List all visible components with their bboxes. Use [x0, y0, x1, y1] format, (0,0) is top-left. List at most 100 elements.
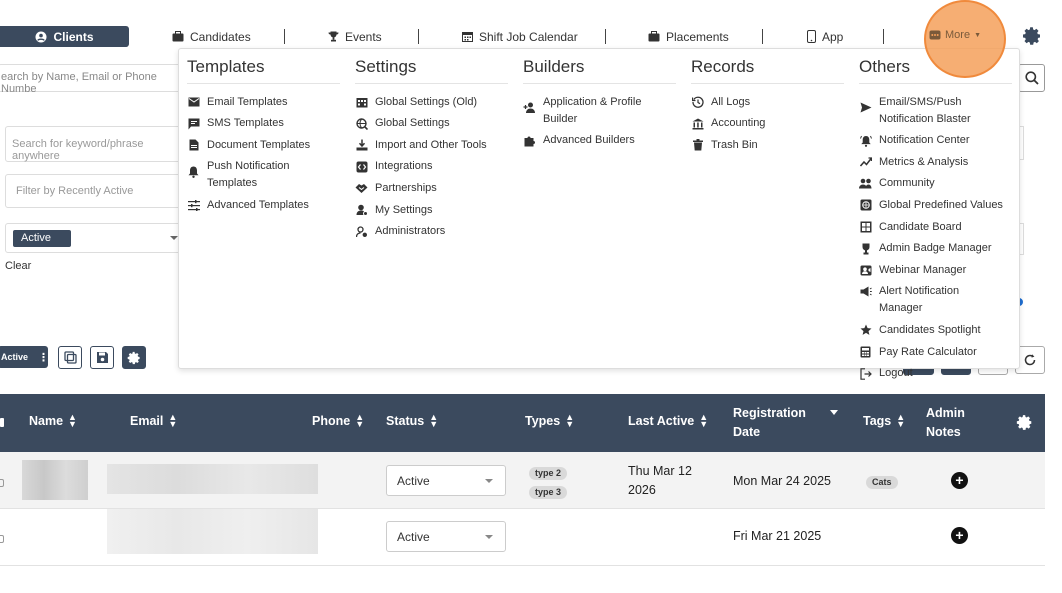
menu-item-notification-blaster[interactable]: Email/SMS/Push Notification Blaster	[859, 94, 1012, 128]
nav-clients[interactable]: Clients	[0, 26, 129, 47]
email-redacted	[107, 464, 318, 494]
status-filter-select[interactable]: Active	[5, 223, 185, 253]
menu-item-global-settings[interactable]: Global Settings	[355, 115, 508, 132]
menu-item-candidate-board[interactable]: Candidate Board	[859, 219, 1012, 236]
menu-item-logout[interactable]: Logout	[859, 365, 1012, 382]
menu-item-integrations[interactable]: Integrations	[355, 158, 508, 175]
menu-item-advanced-templates[interactable]: Advanced Templates	[187, 197, 340, 214]
th-phone[interactable]: Phone ▲ ▼	[312, 413, 364, 429]
active-actions-button[interactable]: Active ⋮	[0, 346, 50, 368]
recently-active-placeholder: Filter by Recently Active	[16, 185, 134, 197]
menu-heading-others: Others	[859, 49, 1012, 84]
clear-filters-link[interactable]: Clear	[5, 260, 31, 272]
menu-item-document-templates[interactable]: Document Templates	[187, 137, 340, 154]
th-registration-date[interactable]: Registration Date	[733, 404, 806, 442]
menu-item-global-predefined-values[interactable]: Global Predefined Values	[859, 197, 1012, 214]
th-email-label: Email	[130, 414, 164, 428]
menu-item-label: Partnerships	[375, 181, 437, 194]
row-status-select[interactable]: Active	[386, 521, 506, 552]
recently-active-filter[interactable]: Filter by Recently Active	[5, 174, 185, 208]
th-types[interactable]: Types ▲ ▼	[525, 412, 575, 429]
select-all-checkbox[interactable]	[0, 418, 4, 427]
row-status-select[interactable]: Active	[386, 465, 506, 496]
email-redacted	[107, 509, 318, 554]
menu-item-pay-rate-calculator[interactable]: Pay Rate Calculator	[859, 344, 1012, 361]
settings-gear-button[interactable]	[1022, 26, 1042, 46]
add-note-button[interactable]: +	[951, 472, 968, 489]
search-button[interactable]	[1018, 64, 1045, 92]
message-icon	[187, 117, 200, 130]
column-settings-button[interactable]	[1016, 414, 1033, 434]
menu-item-admin-badge-manager[interactable]: Admin Badge Manager	[859, 240, 1012, 257]
menu-item-email-templates[interactable]: Email Templates	[187, 94, 340, 111]
add-note-button[interactable]: +	[951, 527, 968, 544]
menu-item-candidates-spotlight[interactable]: Candidates Spotlight	[859, 322, 1012, 339]
th-tags[interactable]: Tags ▲ ▼	[863, 413, 905, 429]
menu-item-import-tools[interactable]: Import and Other Tools	[355, 137, 508, 154]
sort-icon: ▲ ▼	[429, 412, 439, 429]
history-icon	[691, 96, 704, 109]
menu-column-templates: Templates Email Templates SMS Templates …	[187, 49, 340, 214]
menu-item-alert-notification-manager[interactable]: Alert Notification Manager	[859, 283, 1012, 317]
menu-item-label: Advanced Builders	[543, 134, 635, 147]
calendar-icon	[462, 32, 473, 42]
handshake-icon	[355, 182, 368, 195]
nav-app[interactable]: App	[807, 26, 843, 47]
video-icon	[859, 264, 872, 277]
menu-item-community[interactable]: Community	[859, 175, 1012, 192]
copy-icon	[63, 351, 77, 364]
menu-item-label: Email Templates	[207, 95, 288, 108]
row-checkbox[interactable]	[0, 535, 4, 543]
menu-item-partnerships[interactable]: Partnerships	[355, 180, 508, 197]
menu-item-label: Advanced Templates	[207, 198, 309, 211]
save-icon	[96, 352, 108, 363]
name-redacted	[22, 460, 88, 500]
menu-item-sms-templates[interactable]: SMS Templates	[187, 115, 340, 132]
menu-item-global-settings-old[interactable]: Global Settings (Old)	[355, 94, 508, 111]
table-header: Name ▲ ▼ Email ▲ ▼ Phone ▲ ▼ Status ▲ ▼ Types ▲ ▼ …	[0, 394, 1045, 452]
menu-item-webinar-manager[interactable]: Webinar Manager	[859, 262, 1012, 279]
vertical-dots-icon: ⋮	[38, 351, 50, 364]
th-admin-notes-label-1: Admin	[926, 406, 965, 420]
menu-item-my-settings[interactable]: My Settings	[355, 202, 508, 219]
registration-date-cell: Mon Mar 24 2025	[733, 474, 831, 488]
menu-item-administrators[interactable]: Administrators	[355, 223, 508, 240]
type-chip: type 3	[529, 486, 568, 499]
row-status-value: Active	[397, 474, 430, 488]
keyword-search-placeholder: Search for keyword/phrase anywhere	[12, 138, 144, 162]
row-checkbox[interactable]	[0, 479, 4, 487]
menu-item-advanced-builders[interactable]: Advanced Builders	[523, 132, 676, 149]
table-settings-button[interactable]	[122, 346, 146, 369]
sort-icon: ▲ ▼	[565, 412, 575, 429]
caret-down-icon	[485, 535, 493, 539]
refresh-icon	[1024, 354, 1036, 366]
menu-item-trash-bin[interactable]: Trash Bin	[691, 137, 844, 154]
menu-item-application-profile-builder[interactable]: Application & Profile Builder	[523, 94, 676, 128]
menu-item-metrics-analysis[interactable]: Metrics & Analysis	[859, 154, 1012, 171]
main-search-input[interactable]: earch by Name, Email or Phone Numbe	[0, 64, 188, 95]
menu-item-all-logs[interactable]: All Logs	[691, 94, 844, 111]
th-name[interactable]: Name ▲ ▼	[29, 413, 77, 429]
nav-candidates[interactable]: Candidates	[172, 26, 251, 47]
table-row[interactable]: Active type 2 type 3 Thu Mar 12 2026 Mon …	[0, 452, 1045, 509]
copy-button[interactable]	[58, 346, 82, 369]
th-status[interactable]: Status ▲ ▼	[386, 412, 439, 429]
th-email[interactable]: Email ▲ ▼	[130, 413, 177, 429]
plus-circle-icon: +	[955, 472, 964, 488]
th-last-active-label: Last Active	[628, 414, 695, 428]
menu-heading-records: Records	[691, 49, 844, 84]
save-button[interactable]	[90, 346, 114, 369]
menu-item-notification-center[interactable]: Notification Center	[859, 132, 1012, 149]
keyword-search-input[interactable]: Search for keyword/phrase anywhere	[5, 126, 185, 162]
gear-icon	[127, 351, 140, 364]
nav-placements[interactable]: Placements	[648, 26, 729, 47]
star-icon	[859, 324, 872, 337]
menu-item-push-notification-templates[interactable]: Push Notification Templates	[187, 158, 340, 192]
menu-item-accounting[interactable]: Accounting	[691, 115, 844, 132]
nav-events[interactable]: Events	[328, 26, 382, 47]
th-last-active[interactable]: Last Active ▲ ▼	[628, 413, 708, 429]
nav-shift-job-calendar[interactable]: Shift Job Calendar	[462, 26, 578, 47]
nav-more[interactable]: More ▼	[929, 29, 981, 41]
table-row[interactable]: Active Fri Mar 21 2025 +	[0, 509, 1045, 566]
bell-ring-icon	[859, 134, 872, 147]
